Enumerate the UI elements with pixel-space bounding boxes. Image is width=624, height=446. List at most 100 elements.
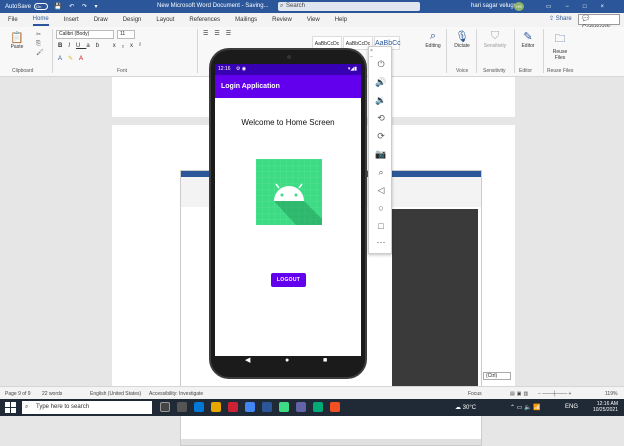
volume-down-icon[interactable]: 🔉 — [369, 95, 393, 106]
tab-design[interactable]: Design — [123, 15, 142, 25]
avatar[interactable]: HS — [514, 2, 524, 11]
accessibility-status[interactable]: Accessibility: Investigate — [149, 391, 203, 397]
embedded-dark-panel — [392, 209, 478, 409]
zoom-slider[interactable]: − ───┼─── + — [538, 391, 571, 397]
phone-screen[interactable]: 12:16 ⚙ ◉ ▾◢▮ Login Application Welcome … — [215, 64, 361, 356]
share-button[interactable]: ⇪ Share — [549, 15, 572, 22]
tab-draw[interactable]: Draw — [94, 15, 108, 25]
teams-icon[interactable] — [295, 402, 306, 412]
chrome-icon[interactable] — [244, 402, 255, 412]
tab-insert[interactable]: Insert — [64, 15, 79, 25]
status-time: 12:16 — [218, 66, 231, 72]
ribbon-divider — [543, 29, 544, 73]
logout-button[interactable]: LOGOUT — [271, 273, 306, 287]
windows-taskbar: ⌕ Type here to search ☁ 30°C ⌃ ▭ 🔈 📶 ENG… — [0, 399, 624, 416]
overview-icon[interactable]: □ — [369, 221, 393, 231]
more-icon[interactable]: ⋯ — [369, 237, 393, 248]
tab-help[interactable]: Help — [335, 15, 347, 25]
editor-label: Editor — [521, 43, 535, 49]
autosave-toggle[interactable]: On — [34, 3, 49, 10]
task-view-icon[interactable] — [160, 402, 170, 412]
ribbon-tab-bar: File Home Insert Draw Design Layout Refe… — [0, 13, 624, 31]
search-icon: ⌕ — [280, 3, 284, 9]
window-controls[interactable]: ▭−□× — [546, 3, 618, 10]
dictate-button[interactable]: 🎙 Dictate — [451, 30, 473, 49]
font-color-buttons[interactable]: A✎A — [58, 55, 89, 62]
ribbon-divider — [52, 29, 53, 73]
sensitivity-label: Sensitivity — [483, 43, 507, 49]
nav-overview-icon[interactable]: ■ — [323, 356, 327, 366]
editing-label: Editing — [425, 43, 441, 49]
title-search-placeholder: Search — [286, 3, 306, 9]
language-status[interactable]: English (United States) — [90, 391, 141, 397]
editor-button[interactable]: ✎ Editor — [518, 30, 538, 49]
word-count[interactable]: 22 words — [42, 391, 62, 397]
widgets-icon[interactable] — [176, 402, 187, 412]
tab-view[interactable]: View — [307, 15, 320, 25]
power-icon[interactable]: ⏻ — [369, 59, 393, 70]
dictate-label: Dictate — [454, 43, 470, 49]
android-nav-bar: ◀ ● ■ — [215, 356, 361, 366]
android-status-bar: 12:16 ⚙ ◉ ▾◢▮ — [215, 64, 361, 75]
nav-back-icon[interactable]: ◀ — [245, 356, 250, 366]
focus-button[interactable]: Focus — [468, 391, 482, 397]
weather-widget[interactable]: ☁ 30°C — [455, 404, 476, 411]
app-icon[interactable] — [312, 402, 323, 412]
rotate-right-icon[interactable]: ⟳ — [369, 131, 393, 142]
camera-icon[interactable]: 📷 — [369, 149, 393, 160]
store-icon[interactable] — [329, 402, 340, 412]
clipboard-group-label: Clipboard — [12, 68, 34, 74]
zoom-icon[interactable]: ⌕ — [369, 167, 393, 178]
word-icon[interactable] — [261, 402, 272, 412]
rotate-left-icon[interactable]: ⟲ — [369, 113, 393, 124]
quick-access-icons[interactable]: 💾 ↶ ↷ ▾ — [54, 3, 101, 10]
paste-options-chip[interactable]: (Ctrl) — [483, 372, 511, 380]
reuse-files-button[interactable]: 🗀 Reuse Files — [547, 30, 573, 61]
welcome-text: Welcome to Home Screen — [241, 118, 335, 127]
paragraph-list-buttons[interactable]: ☰☰☰ — [203, 30, 237, 37]
office-icon[interactable] — [227, 402, 238, 412]
comments-button[interactable]: 💬 Comments — [578, 14, 620, 31]
taskbar-clock[interactable]: 12:16 AM 10/25/2021 — [593, 401, 618, 413]
editing-button[interactable]: ⌕ Editing — [422, 30, 444, 49]
android-robot-icon — [256, 159, 322, 225]
sensitivity-group-label: Sensitivity — [483, 68, 506, 74]
font-name-box[interactable]: Calibri (Body) — [56, 30, 114, 39]
android-studio-icon[interactable] — [278, 402, 289, 412]
font-size-box[interactable]: 11 — [117, 30, 135, 39]
document-title: New Microsoft Word Document - Saving... — [157, 3, 269, 9]
front-camera — [287, 55, 291, 59]
windows-start-icon[interactable] — [5, 402, 16, 413]
tab-layout[interactable]: Layout — [156, 15, 174, 25]
tab-mailings[interactable]: Mailings — [235, 15, 257, 25]
home-icon[interactable]: ○ — [369, 203, 393, 213]
android-emulator-device: 12:16 ⚙ ◉ ▾◢▮ Login Application Welcome … — [209, 48, 367, 379]
title-search-box[interactable]: ⌕ Search — [278, 2, 420, 11]
word-title-bar: AutoSave On 💾 ↶ ↷ ▾ New Microsoft Word D… — [0, 0, 624, 13]
page-count[interactable]: Page 9 of 9 — [5, 391, 31, 397]
tab-review[interactable]: Review — [272, 15, 292, 25]
tab-references[interactable]: References — [189, 15, 220, 25]
paste-button[interactable]: 📋 Paste — [6, 31, 28, 50]
taskbar-search-box[interactable]: ⌕ Type here to search — [22, 401, 152, 414]
back-icon[interactable]: ◁ — [369, 185, 393, 196]
share-label: Share — [555, 16, 572, 22]
reuse-files-group-label: Reuse Files — [547, 68, 574, 74]
clipboard-small-icons[interactable]: ✂ ⎘ 🖌 — [36, 31, 44, 58]
tab-file[interactable]: File — [8, 15, 18, 25]
nav-home-icon[interactable]: ● — [285, 356, 289, 366]
reuse-files-label: Reuse Files — [552, 49, 568, 61]
file-explorer-icon[interactable] — [210, 402, 221, 412]
language-indicator[interactable]: ENG — [565, 404, 578, 410]
paste-icon: 📋 — [10, 32, 24, 44]
taskbar-search-placeholder: Type here to search — [36, 404, 90, 410]
tray-icons[interactable]: ⌃ ▭ 🔈 📶 — [510, 404, 541, 411]
tab-home[interactable]: Home — [32, 14, 49, 26]
emulator-toolbar: × − ⏻ 🔊 🔉 ⟲ ⟳ 📷 ⌕ ◁ ○ □ ⋯ — [368, 46, 392, 254]
zoom-level[interactable]: 119% — [605, 391, 617, 397]
font-format-buttons[interactable]: BIUab x₂x² — [58, 43, 147, 49]
view-mode-icons[interactable]: ▤▣▥ — [510, 391, 530, 397]
edge-icon[interactable] — [193, 402, 204, 412]
volume-up-icon[interactable]: 🔊 — [369, 77, 393, 88]
sensitivity-button[interactable]: ⛉ Sensitivity — [480, 30, 510, 49]
